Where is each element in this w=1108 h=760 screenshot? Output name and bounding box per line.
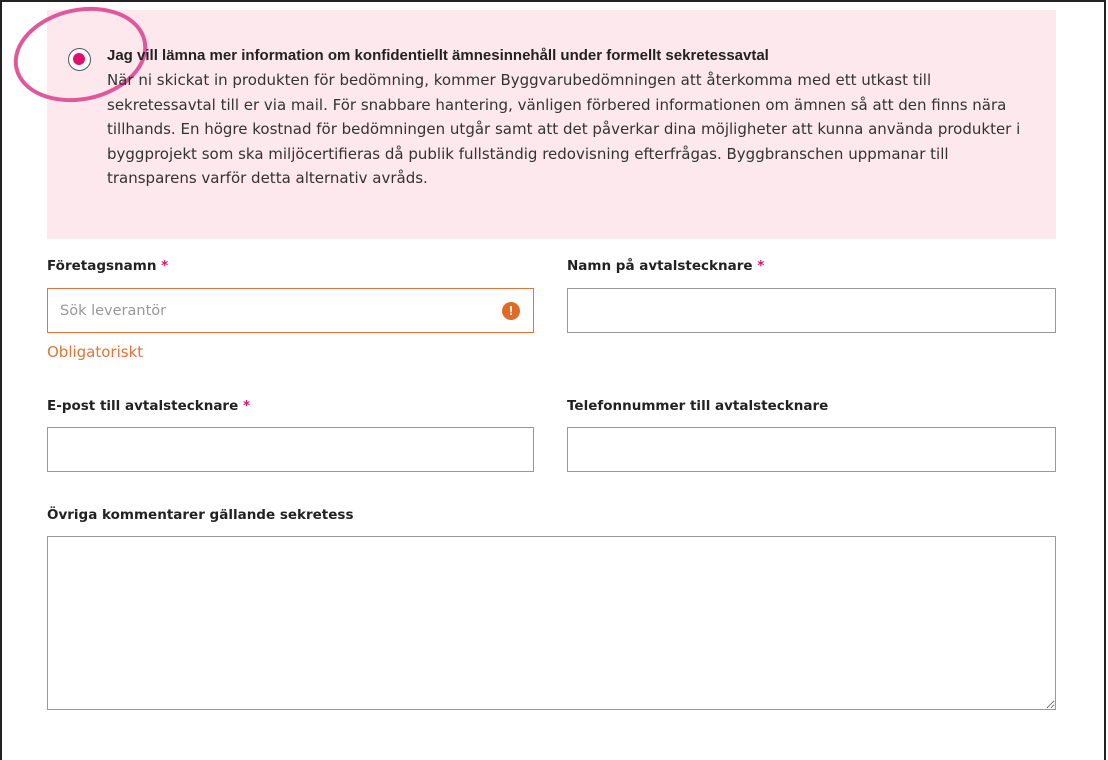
confidential-option-description: När ni skickat in produkten för bedömnin… [107, 71, 1021, 187]
required-asterisk: * [242, 398, 251, 414]
comments-textarea[interactable] [47, 536, 1056, 710]
signer-email-label: E-post till avtalstecknare * [47, 398, 250, 414]
signer-name-label: Namn på avtalstecknare * [567, 258, 764, 274]
exclamation-circle-icon: ! [502, 302, 520, 320]
confidential-option-title: Jag vill lämna mer information om konfid… [107, 47, 769, 64]
company-name-label-text: Företagsnamn [47, 258, 157, 274]
signer-name-input[interactable] [567, 288, 1056, 333]
signer-phone-label: Telefonnummer till avtalstecknare [567, 398, 828, 414]
company-name-label: Företagsnamn * [47, 258, 168, 274]
comments-label: Övriga kommentarer gällande sekretess [47, 507, 354, 523]
company-required-error: Obligatoriskt [47, 343, 144, 361]
company-search-input[interactable] [47, 288, 534, 333]
signer-email-input[interactable] [47, 427, 534, 472]
signer-name-label-text: Namn på avtalstecknare [567, 258, 753, 274]
required-asterisk: * [757, 258, 765, 274]
comments-label-text: Övriga kommentarer gällande sekretess [47, 507, 354, 523]
signer-email-label-text: E-post till avtalstecknare [47, 398, 239, 414]
signer-phone-input[interactable] [567, 427, 1056, 472]
signer-phone-label-text: Telefonnummer till avtalstecknare [567, 398, 829, 414]
required-asterisk: * [161, 258, 169, 274]
